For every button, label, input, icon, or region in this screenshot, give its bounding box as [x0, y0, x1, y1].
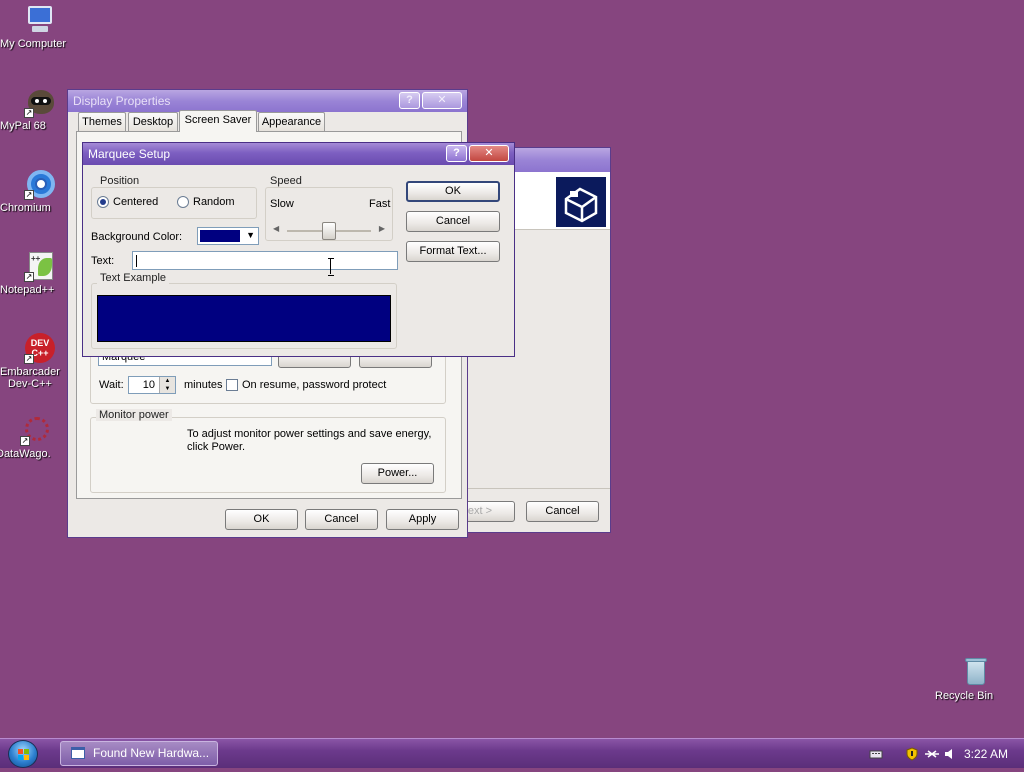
desktop-icon-my-computer[interactable]: My Computer: [0, 4, 80, 50]
tab-desktop[interactable]: Desktop: [128, 112, 178, 131]
desktop-icon-label: Recycle Bin: [935, 690, 994, 702]
slider-left-arrow-icon[interactable]: ◀: [273, 224, 279, 233]
desktop-icon-label: My Computer: [0, 38, 67, 50]
desktop-icon-label: MyPal 68: [0, 120, 46, 132]
clock[interactable]: 3:22 AM: [964, 739, 1008, 769]
start-button[interactable]: [8, 740, 38, 768]
spin-up-icon[interactable]: ▲: [159, 377, 175, 385]
desktop-icon-label: DataWago.: [0, 448, 51, 460]
cancel-button[interactable]: Cancel: [305, 509, 378, 530]
windows-logo-icon: [18, 749, 29, 760]
ok-button[interactable]: OK: [225, 509, 298, 530]
wait-spinner[interactable]: 10 ▲ ▼: [128, 376, 176, 394]
minutes-label: minutes: [184, 379, 223, 391]
taskbar-item-label: Found New Hardwa...: [93, 746, 210, 760]
desktop-icon-label: Notepad++: [0, 284, 55, 296]
marquee-preview: [97, 295, 391, 342]
close-button[interactable]: ✕: [422, 92, 462, 109]
wait-value: 10: [142, 379, 155, 391]
tab-screen-saver[interactable]: Screen Saver: [179, 110, 257, 132]
chevron-down-icon: ▼: [246, 230, 255, 240]
keyboard-icon[interactable]: [869, 747, 883, 761]
raccoon-icon: ↗: [24, 86, 56, 118]
color-swatch: [200, 230, 240, 242]
speed-label: Speed: [267, 175, 305, 187]
marquee-setup-dialog: Marquee Setup ? ✕ Position Centered Rand…: [82, 142, 515, 357]
taskbar: Found New Hardwa... 3:22 AM: [0, 738, 1024, 768]
slow-label: Slow: [270, 198, 294, 210]
close-button[interactable]: ✕: [469, 145, 509, 162]
marquee-text-input[interactable]: [132, 251, 398, 270]
slider-right-arrow-icon[interactable]: ▶: [379, 224, 385, 233]
monitor-power-label: Monitor power: [96, 409, 172, 421]
desktop-icon-label: Chromium: [0, 202, 51, 214]
random-radio[interactable]: [177, 196, 189, 208]
desktop-icon-label: Embarcader Dev-C++: [0, 366, 60, 390]
volume-icon[interactable]: [943, 747, 957, 761]
security-shield-icon[interactable]: [905, 747, 919, 761]
background-color-label: Background Color:: [91, 231, 183, 243]
speed-slider[interactable]: ◀ ▶: [269, 221, 389, 241]
dialog-title: Marquee Setup: [88, 147, 171, 161]
datawago-icon: ↗: [20, 414, 52, 446]
format-text-button[interactable]: Format Text...: [406, 241, 500, 262]
window-title: Display Properties: [73, 94, 171, 108]
text-label: Text:: [91, 255, 115, 267]
password-protect-checkbox[interactable]: [226, 379, 238, 391]
apply-button[interactable]: Apply: [386, 509, 459, 530]
random-label: Random: [193, 196, 235, 208]
centered-radio[interactable]: [97, 196, 109, 208]
help-button[interactable]: ?: [446, 145, 467, 162]
hardware-icon: [556, 177, 606, 227]
help-button[interactable]: ?: [399, 92, 420, 109]
wizard-cancel-button[interactable]: Cancel: [526, 501, 599, 522]
desktop-icon-recycle-bin[interactable]: Recycle Bin: [935, 656, 1015, 702]
window-icon: [71, 747, 85, 759]
text-caret: [136, 255, 137, 267]
centered-label: Centered: [113, 196, 159, 208]
taskbar-item-found-new-hardware[interactable]: Found New Hardwa...: [60, 741, 218, 766]
devcpp-icon: DEV C++ ↗: [24, 332, 56, 364]
network-icon[interactable]: [924, 747, 939, 761]
chromium-icon: ↗: [24, 168, 56, 200]
cancel-button[interactable]: Cancel: [406, 211, 500, 232]
monitor-power-text: To adjust monitor power settings and sav…: [187, 428, 432, 453]
fast-label: Fast: [369, 198, 391, 210]
computer-icon: [24, 4, 56, 36]
ibeam-cursor-icon: [328, 258, 334, 276]
recycle-bin-icon: [959, 656, 991, 688]
tab-themes[interactable]: Themes: [78, 112, 126, 131]
text-example-label: Text Example: [97, 272, 170, 284]
ok-button[interactable]: OK: [406, 181, 500, 202]
slider-thumb[interactable]: [322, 222, 336, 240]
password-protect-label: On resume, password protect: [242, 379, 387, 391]
wizard-divider: [467, 488, 610, 489]
power-button[interactable]: Power...: [361, 463, 434, 484]
notepadpp-icon: ++ ↗: [24, 250, 56, 282]
position-label: Position: [97, 175, 143, 187]
tab-appearance[interactable]: Appearance: [258, 112, 325, 131]
background-color-dropdown[interactable]: ▼: [197, 227, 259, 245]
wait-label: Wait:: [99, 379, 124, 391]
desktop-icon-datawago[interactable]: ↗ DataWago.: [0, 414, 76, 460]
spin-down-icon[interactable]: ▼: [159, 385, 175, 393]
